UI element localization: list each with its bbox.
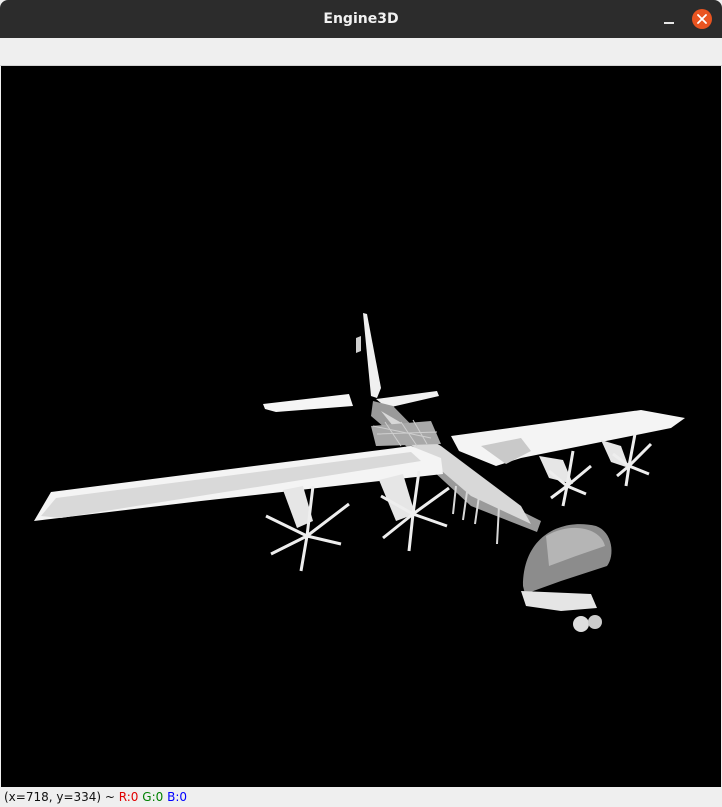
render-viewport[interactable] xyxy=(1,66,721,787)
tail-fin xyxy=(363,313,381,398)
right-wing xyxy=(451,410,685,466)
window-title: Engine3D xyxy=(323,11,399,27)
toolbar xyxy=(0,38,722,66)
nose-wheel-2 xyxy=(588,615,602,629)
airplane-model xyxy=(34,313,685,632)
close-icon xyxy=(697,14,707,24)
blue-value: B:0 xyxy=(167,790,188,804)
app-window: Engine3D (x=718, y=334) ~ R:0 G:0 B:0 xyxy=(0,0,722,807)
status-bar: (x=718, y=334) ~ R:0 G:0 B:0 xyxy=(0,787,722,807)
close-button[interactable] xyxy=(692,9,712,29)
status-text: (x=718, y=334) ~ R:0 G:0 B:0 xyxy=(4,787,187,807)
red-value: R:0 xyxy=(118,790,139,804)
left-stabilizer xyxy=(263,394,353,412)
cursor-coords: (x=718, y=334) ~ xyxy=(4,790,119,804)
airplane-render xyxy=(34,313,685,632)
green-value: G:0 xyxy=(142,790,164,804)
tail-fin-detail xyxy=(356,336,361,353)
nose-wheel xyxy=(573,616,589,632)
title-bar[interactable]: Engine3D xyxy=(0,0,722,38)
minimize-button[interactable] xyxy=(659,9,679,29)
left-wing-shade xyxy=(41,452,421,518)
nose-underside xyxy=(521,591,597,611)
